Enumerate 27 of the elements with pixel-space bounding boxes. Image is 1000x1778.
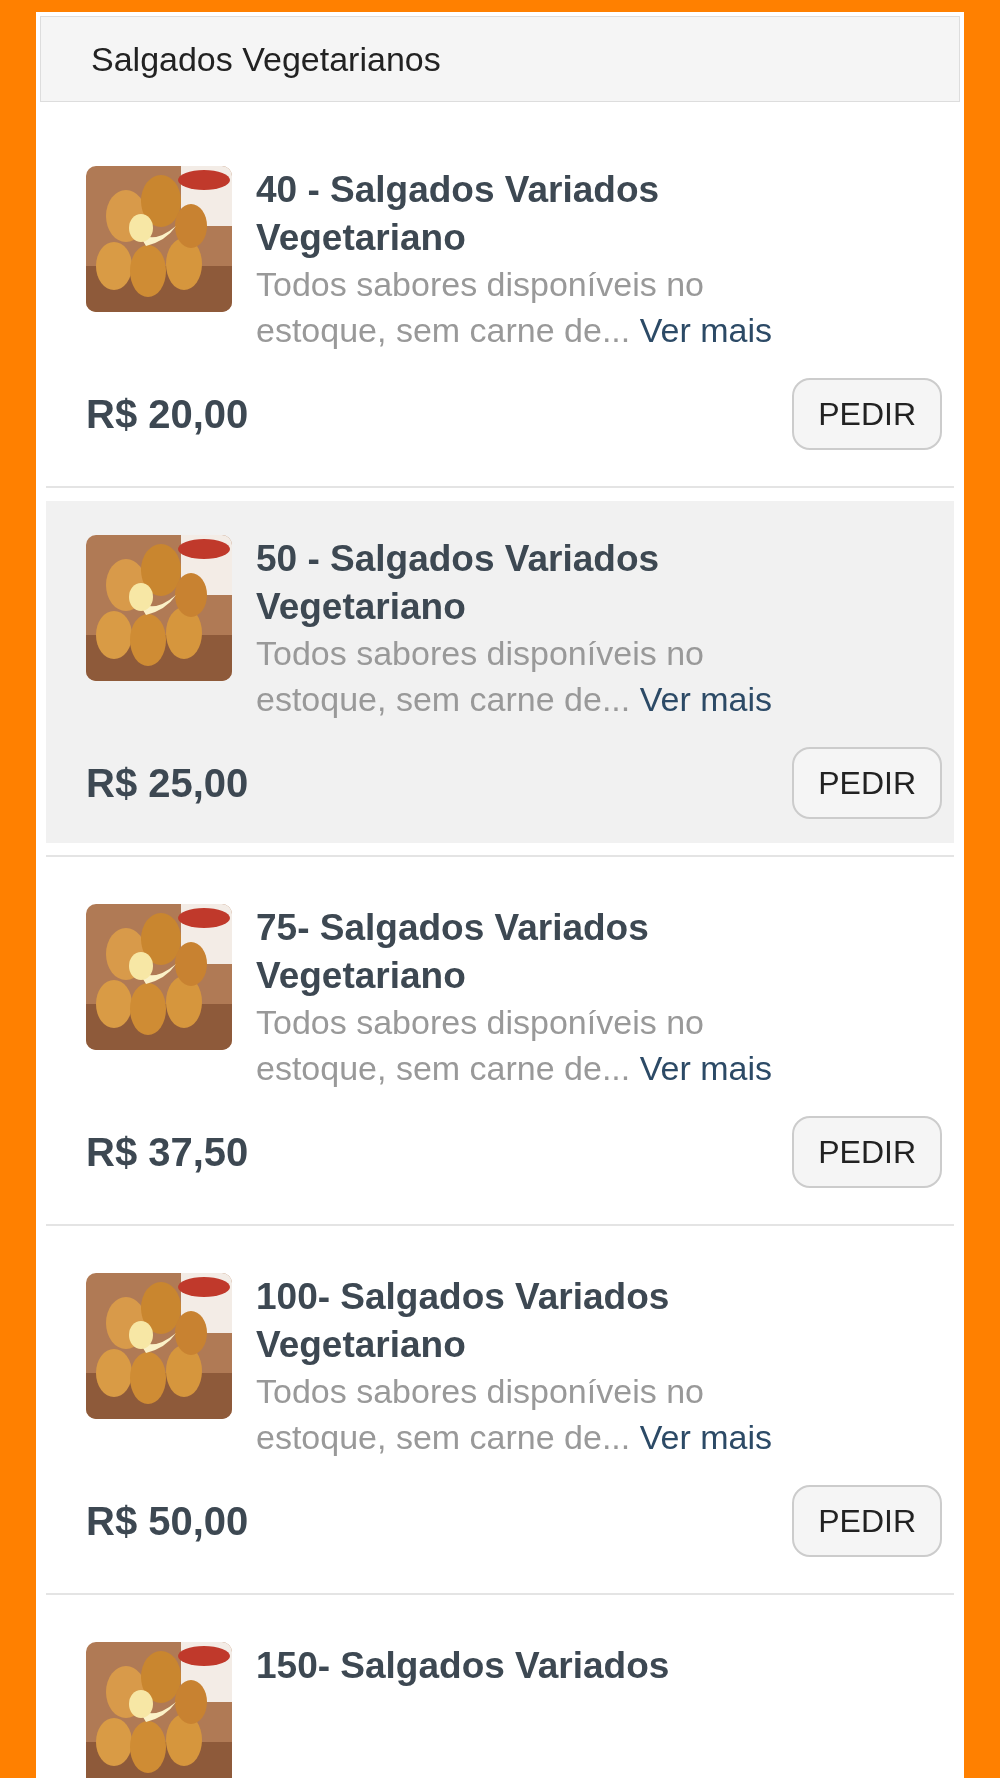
see-more-link[interactable]: Ver mais bbox=[639, 1418, 772, 1456]
product-card[interactable]: 100- Salgados Variados Vegetariano Todos sabores disponíveis no estoque, sem carne de... Ver mais R$ 50,00 PEDIR bbox=[46, 1238, 954, 1581]
order-button[interactable]: PEDIR bbox=[792, 1115, 942, 1188]
product-title: 75- Salgados Variados Vegetariano bbox=[256, 905, 650, 999]
price: R$ 37,50 bbox=[86, 1128, 249, 1176]
see-more-link[interactable]: Ver mais bbox=[639, 1049, 772, 1087]
order-button[interactable]: PEDIR bbox=[792, 1484, 942, 1557]
section-title: Salgados Vegetarianos bbox=[91, 38, 441, 80]
product-description: Todos sabores disponíveis no estoque, sem carne de... Ver mais bbox=[256, 1002, 773, 1089]
product-card[interactable]: 75- Salgados Variados Vegetariano Todos sabores disponíveis no estoque, sem carne de... Ver mais R$ 37,50 PEDIR bbox=[46, 869, 954, 1212]
order-button[interactable]: PEDIR bbox=[792, 377, 942, 450]
see-more-link[interactable]: Ver mais bbox=[639, 680, 772, 719]
product-title: 100- Salgados Variados Vegetariano bbox=[256, 1274, 671, 1367]
product-card[interactable]: 40 - Salgados Variados Vegetariano Todos sabores disponíveis no estoque, sem carne de... Ver mais R$ 20,00 PEDIR bbox=[46, 132, 954, 474]
see-more-link[interactable]: Ver mais bbox=[639, 311, 772, 350]
product-title: 40 - Salgados Variados Vegetariano bbox=[256, 168, 661, 261]
product-title: 50 - Salgados Variados Vegetariano bbox=[256, 536, 661, 630]
order-button[interactable]: PEDIR bbox=[792, 746, 942, 819]
price: R$ 20,00 bbox=[86, 390, 249, 438]
product-card[interactable]: 150- Salgados Variados bbox=[46, 1607, 954, 1778]
product-description: Todos sabores disponíveis no estoque, sem carne de... Ver mais bbox=[256, 1371, 773, 1458]
price: R$ 50,00 bbox=[86, 1497, 249, 1545]
product-description: Todos sabores disponíveis no estoque, sem carne de... Ver mais bbox=[256, 264, 773, 352]
product-description: Todos sabores disponíveis no estoque, sem carne de... Ver mais bbox=[256, 633, 773, 721]
product-card[interactable]: 50 - Salgados Variados Vegetariano Todos sabores disponíveis no estoque, sem carne de... Ver mais R$ 25,00 PEDIR bbox=[46, 500, 954, 843]
price: R$ 25,00 bbox=[86, 759, 249, 807]
product-title: 150- Salgados Variados bbox=[256, 1643, 671, 1688]
